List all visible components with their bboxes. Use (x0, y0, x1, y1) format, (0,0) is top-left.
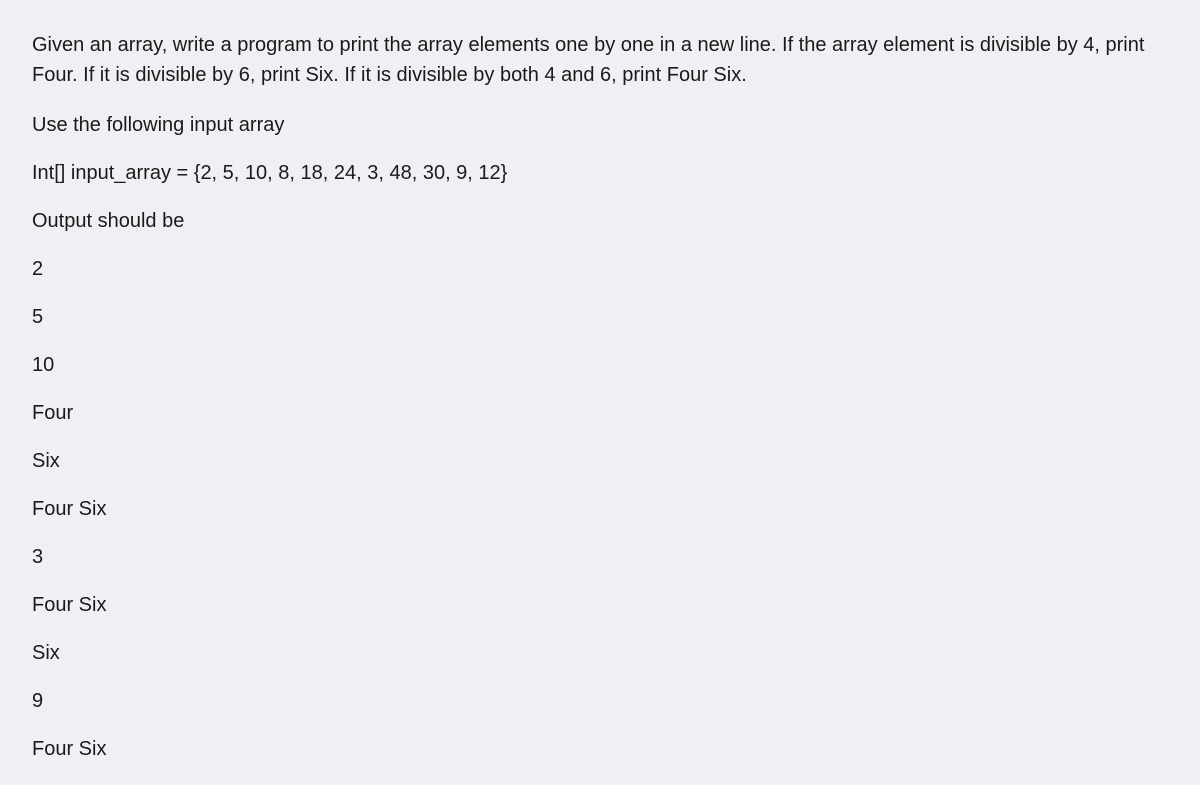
problem-description: Given an array, write a program to print… (32, 30, 1168, 90)
input-array-declaration: Int[] input_array = {2, 5, 10, 8, 18, 24… (32, 158, 1168, 188)
output-line: Six (32, 638, 1168, 668)
output-line: Four Six (32, 590, 1168, 620)
output-line: 9 (32, 686, 1168, 716)
input-instruction: Use the following input array (32, 110, 1168, 140)
output-line: 2 (32, 254, 1168, 284)
output-line: Four Six (32, 734, 1168, 764)
output-line: 5 (32, 302, 1168, 332)
output-line: Four Six (32, 494, 1168, 524)
output-label: Output should be (32, 206, 1168, 236)
output-line: Six (32, 446, 1168, 476)
output-line: Four (32, 398, 1168, 428)
output-line: 3 (32, 542, 1168, 572)
output-line: 10 (32, 350, 1168, 380)
